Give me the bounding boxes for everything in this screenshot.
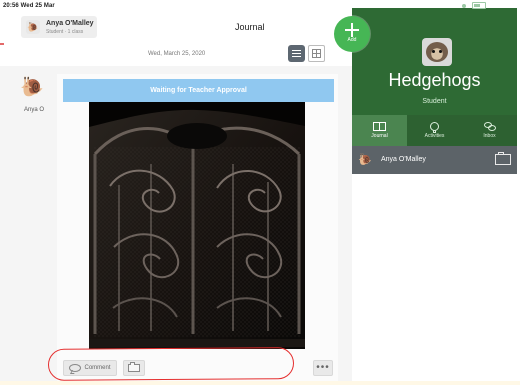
class-role: Student [422, 98, 447, 105]
folder-icon [128, 362, 140, 372]
student-name: Anya O'Malley [46, 20, 94, 27]
student-class-count: Student · 1 class [46, 29, 84, 35]
class-sidebar: Hedgehogs Student Journal Activities Inb… [352, 8, 517, 381]
status-indicators [462, 2, 517, 9]
tab-inbox-label: Inbox [483, 133, 496, 139]
hedgehog-avatar [422, 38, 452, 66]
post-author-name: Anya O [24, 107, 45, 113]
battery-icon [472, 2, 486, 9]
bottom-edge-band [0, 381, 520, 385]
sidebar-tabs: Journal Activities Inbox [352, 115, 517, 146]
left-edge-marker [0, 43, 4, 45]
list-line-icon [292, 50, 301, 51]
seesaw-journal-screen: 20:56 Wed 25 Mar 🐌 Anya O'Malley Student… [0, 0, 520, 385]
page-title: Journal [235, 22, 265, 32]
comment-bubble-icon [69, 364, 82, 372]
snail-student-icon: 🐌 [358, 154, 372, 166]
sidebar-student-row[interactable]: 🐌 Anya O'Malley [352, 146, 517, 174]
post-date: Wed, March 25, 2020 [148, 51, 206, 57]
sidebar-student-name: Anya O'Malley [381, 156, 426, 163]
add-button-label: Add [347, 37, 357, 43]
status-time-date: 20:56 Wed 25 Mar [3, 3, 55, 9]
tab-journal-label: Journal [371, 133, 388, 139]
approval-status-banner: Waiting for Teacher Approval [63, 79, 334, 102]
chat-icon [483, 122, 496, 131]
comment-button[interactable]: Comment [63, 360, 117, 376]
plus-icon [345, 23, 359, 37]
folder-button[interactable] [123, 360, 145, 376]
book-icon [373, 122, 386, 131]
hedgehog-icon [426, 42, 448, 62]
fireplace-screen-photo [89, 102, 305, 349]
class-header: Hedgehogs Student [352, 8, 517, 115]
list-view-button[interactable] [288, 45, 305, 62]
add-button[interactable]: Add [334, 16, 370, 52]
comment-button-label: Comment [84, 365, 111, 371]
snail-author-icon: 🐌 [20, 77, 44, 98]
tab-activities-label: Activities [424, 133, 445, 139]
post-photo[interactable] [89, 102, 305, 349]
wifi-icon [462, 3, 466, 8]
more-options-button[interactable]: ••• [313, 360, 333, 376]
folder-icon[interactable] [495, 152, 511, 165]
tab-inbox[interactable]: Inbox [462, 115, 517, 146]
tab-activities[interactable]: Activities [407, 115, 462, 146]
snail-avatar-icon: 🐌 [26, 20, 40, 34]
list-line-icon [292, 56, 301, 57]
list-line-icon [292, 53, 301, 54]
lightbulb-icon [430, 122, 439, 133]
tab-journal[interactable]: Journal [352, 115, 407, 146]
class-name: Hedgehogs [388, 70, 481, 90]
calendar-view-button[interactable] [308, 45, 325, 62]
